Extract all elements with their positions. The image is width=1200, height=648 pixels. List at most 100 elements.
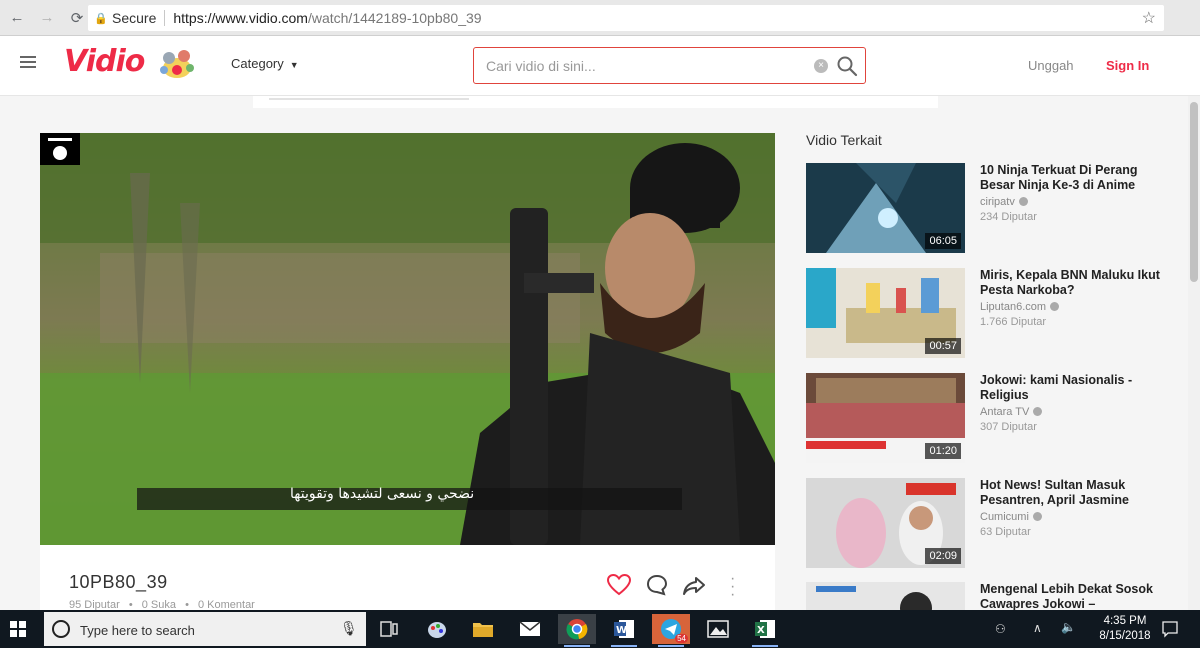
chrome-icon[interactable] (558, 614, 596, 647)
verified-icon (1018, 197, 1028, 206)
category-label: Category (231, 56, 284, 71)
volume-icon[interactable]: 🔈 (1061, 620, 1076, 634)
related-view-count: 1.766 Diputar (980, 316, 1047, 328)
chevron-up-icon[interactable]: ∧ (1033, 621, 1042, 635)
search-input[interactable] (486, 56, 806, 76)
microphone-icon[interactable]: 🎙 (340, 620, 358, 637)
channel-name[interactable]: Antara TV (980, 406, 1043, 418)
share-icon[interactable] (682, 574, 706, 596)
page-scrollbar[interactable] (1188, 96, 1200, 610)
video-subtitle: نضحي و نسعى لتشيدها وتقويتها (290, 486, 475, 502)
related-view-count: 234 Diputar (980, 211, 1037, 223)
channel-label: Liputan6.com (980, 301, 1047, 313)
secure-label: Secure (112, 10, 157, 26)
related-video-title[interactable]: 10 Ninja Terkuat Di Perang Besar Ninja K… (980, 163, 1165, 193)
channel-label: Antara TV (980, 406, 1030, 418)
reload-button[interactable]: ⟳ (64, 5, 90, 31)
related-view-count: 307 Diputar (980, 421, 1037, 433)
forward-button[interactable]: → (34, 5, 60, 31)
video-thumbnail[interactable]: 02:09 (806, 478, 965, 568)
scrollbar-thumb[interactable] (1190, 102, 1198, 282)
url-path: /watch/1442189-10pb80_39 (307, 10, 482, 26)
excel-icon[interactable]: X (746, 614, 784, 647)
video-thumbnail[interactable] (806, 582, 965, 610)
ad-strip (253, 96, 938, 108)
paint-icon[interactable] (418, 614, 456, 644)
file-explorer-icon[interactable] (464, 614, 502, 644)
video-title: 10PB80_39 (69, 572, 168, 592)
video-frame (40, 133, 775, 545)
vidio-logo[interactable]: Vidio (64, 44, 145, 79)
task-view-icon[interactable] (370, 614, 408, 644)
related-video-title[interactable]: Jokowi: kami Nasionalis - Religius (980, 373, 1165, 403)
verified-icon (1032, 512, 1042, 521)
telegram-icon[interactable]: 54 (652, 614, 690, 647)
channel-label: Cumicumi (980, 511, 1029, 523)
heart-icon[interactable] (606, 573, 632, 597)
upload-link[interactable]: Unggah (1028, 58, 1074, 73)
video-player[interactable]: نضحي و نسعى لتشيدها وتقويتها (40, 133, 775, 545)
video-duration: 06:05 (925, 233, 961, 249)
windows-taskbar: Type here to search 🎙 W 54 X ⚇ ∧ 🔈 4:35 … (0, 610, 1200, 648)
search-icon[interactable] (836, 55, 858, 77)
svg-text:W: W (616, 625, 627, 636)
url-host: https://www.vidio.com (173, 10, 308, 26)
url-text: https://www.vidio.com/watch/1442189-10pb… (173, 10, 481, 26)
address-bar[interactable]: 🔒 Secure https://www.vidio.com/watch/144… (88, 5, 1164, 31)
category-dropdown[interactable]: Category ▼ (231, 56, 299, 71)
photos-icon[interactable] (699, 614, 737, 644)
clock-time: 4:35 PM (1103, 615, 1147, 627)
verified-icon (1050, 302, 1060, 311)
back-button[interactable]: ← (4, 5, 30, 31)
channel-name[interactable]: Cumicumi (980, 511, 1042, 523)
mail-icon[interactable] (511, 614, 549, 644)
video-duration: 01:20 (925, 443, 961, 459)
related-video-item[interactable]: Mengenal Lebih Dekat Sosok Cawapres Joko… (806, 582, 1166, 610)
browser-toolbar: ← → ⟳ 🔒 Secure https://www.vidio.com/wat… (0, 0, 1200, 36)
search-bar: × (473, 47, 866, 84)
cortana-icon (52, 620, 70, 638)
divider (164, 10, 166, 26)
lock-icon: 🔒 (94, 12, 108, 25)
mascot-icon (160, 50, 194, 78)
video-info-panel: 10PB80_39 95 Diputar • 0 Suka • 0 Koment… (40, 545, 775, 611)
menu-icon[interactable] (20, 56, 36, 68)
related-video-title[interactable]: Hot News! Sultan Masuk Pesantren, April … (980, 478, 1165, 508)
related-heading: Vidio Terkait (806, 132, 882, 148)
telegram-badge: 54 (675, 634, 688, 643)
taskbar-search[interactable]: Type here to search 🎙 (44, 612, 366, 646)
channel-label: ciripatv (980, 196, 1015, 208)
system-clock[interactable]: 4:35 PM 8/15/2018 (1090, 614, 1160, 644)
video-thumbnail[interactable]: 00:57 (806, 268, 965, 358)
related-video-title[interactable]: Miris, Kepala BNN Maluku Ikut Pesta Nark… (980, 268, 1165, 298)
video-duration: 00:57 (925, 338, 961, 354)
signin-link[interactable]: Sign In (1106, 58, 1149, 73)
flag-icon (40, 133, 80, 165)
clear-search-icon[interactable]: × (814, 59, 828, 73)
svg-text:X: X (757, 625, 765, 636)
chevron-down-icon: ▼ (289, 60, 299, 70)
comment-icon[interactable] (646, 574, 668, 596)
video-thumbnail[interactable]: 01:20 (806, 373, 965, 463)
windows-start-icon[interactable] (10, 621, 26, 637)
related-video-item[interactable]: 01:20 Jokowi: kami Nasionalis - Religius… (806, 373, 1166, 463)
related-video-title[interactable]: Mengenal Lebih Dekat Sosok Cawapres Joko… (980, 582, 1165, 610)
related-video-item[interactable]: 02:09 Hot News! Sultan Masuk Pesantren, … (806, 478, 1166, 568)
more-options-icon[interactable]: · · · (730, 571, 735, 603)
related-view-count: 63 Diputar (980, 526, 1031, 538)
people-icon[interactable]: ⚇ (995, 622, 1006, 636)
notification-icon[interactable] (1161, 620, 1179, 638)
bookmark-star-icon[interactable]: ☆ (1142, 8, 1156, 28)
video-thumbnail[interactable]: 06:05 (806, 163, 965, 253)
related-video-item[interactable]: 06:05 10 Ninja Terkuat Di Perang Besar N… (806, 163, 1166, 253)
verified-icon (1033, 407, 1043, 416)
site-header: Vidio Category ▼ × Unggah Sign In (0, 36, 1200, 96)
taskbar-search-text: Type here to search (80, 623, 195, 638)
video-duration: 02:09 (925, 548, 961, 564)
related-video-item[interactable]: 00:57 Miris, Kepala BNN Maluku Ikut Pest… (806, 268, 1166, 358)
word-icon[interactable]: W (605, 614, 643, 647)
video-actions: · · · (606, 571, 746, 603)
channel-name[interactable]: Liputan6.com (980, 301, 1060, 313)
channel-name[interactable]: ciripatv (980, 196, 1028, 208)
clock-date: 8/15/2018 (1099, 630, 1151, 642)
